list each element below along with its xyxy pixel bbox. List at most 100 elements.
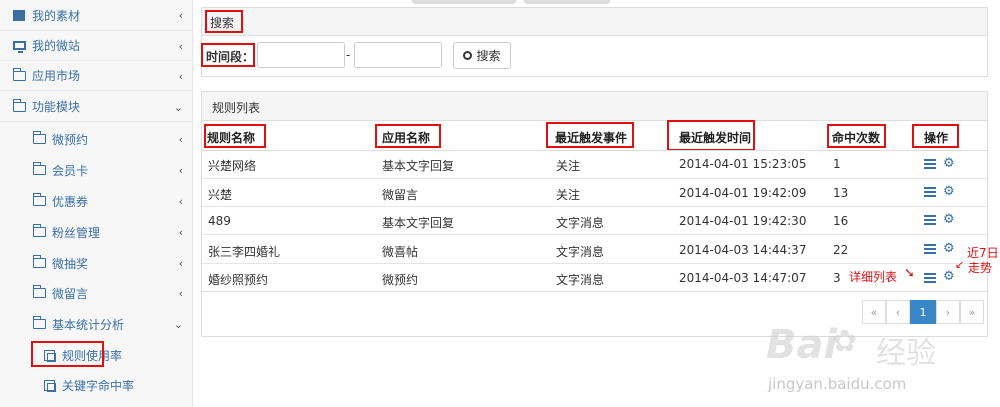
sidebar-item-label: 微预约 [52, 132, 89, 147]
sidebar-item-label: 粉丝管理 [52, 225, 101, 240]
sidebar-item-label: 会员卡 [52, 163, 89, 178]
chevron-left-icon: ‹ [178, 9, 183, 22]
cell-last-event: 文字消息 [556, 216, 605, 230]
cell-last-event: 关注 [556, 188, 581, 202]
end-date-input[interactable] [354, 42, 442, 68]
pager-current-page[interactable]: 1 [910, 300, 936, 324]
cell-hits: 3 [833, 271, 841, 285]
search-button-label: 搜索 [476, 49, 501, 63]
top-tab[interactable] [524, 0, 610, 4]
row-divider [202, 263, 988, 264]
sidebar-item-message[interactable]: 微留言 ‹ [0, 278, 193, 308]
row-divider [202, 234, 988, 235]
watermark-brand: Bai [766, 322, 838, 368]
gears-icon[interactable]: ⚙ [943, 185, 955, 198]
pager-prev[interactable]: ‹ [886, 300, 910, 324]
gears-icon[interactable]: ⚙ [943, 157, 955, 170]
row-divider [202, 150, 988, 151]
folder-icon [32, 285, 46, 299]
folder-icon [32, 131, 46, 145]
chevron-left-icon: ‹ [178, 164, 183, 177]
sidebar-item-label: 关键字命中率 [62, 378, 135, 393]
cell-last-time: 2014-04-01 15:23:05 [679, 157, 807, 171]
sidebar-item-materials[interactable]: 我的素材 ‹ [0, 0, 193, 31]
chevron-down-icon: ⌄ [173, 101, 183, 114]
cell-rule-name: 婚纱照预约 [208, 273, 269, 287]
highlight-box [201, 43, 255, 67]
cell-last-event: 文字消息 [556, 245, 605, 259]
start-date-input[interactable] [257, 42, 345, 68]
list-icon[interactable] [924, 159, 936, 169]
list-icon[interactable] [924, 215, 936, 225]
folder-icon [32, 193, 46, 207]
gears-icon[interactable]: ⚙ [943, 213, 955, 226]
range-separator: - [346, 48, 351, 62]
chevron-left-icon: ‹ [178, 226, 183, 239]
red-arrow-icon: ↙ [955, 258, 965, 271]
cell-hits: 1 [833, 157, 841, 171]
highlight-box [912, 124, 959, 148]
highlight-box [375, 124, 441, 148]
cell-last-time: 2014-04-03 14:47:07 [679, 271, 807, 285]
sidebar-item-label: 基本统计分析 [52, 317, 125, 332]
sidebar-item-label: 我的微站 [32, 39, 81, 53]
cell-hits: 22 [833, 243, 849, 257]
pager-last[interactable]: » [960, 300, 984, 324]
gears-icon[interactable]: ⚙ [943, 242, 955, 255]
box-icon [12, 9, 26, 21]
cell-hits: 13 [833, 186, 849, 200]
cell-rule-name: 张三李四婚礼 [208, 245, 281, 259]
sidebar-item-modules[interactable]: 功能模块 ⌄ [0, 92, 193, 122]
cell-last-time: 2014-04-01 19:42:09 [679, 186, 807, 200]
pager-first[interactable]: « [862, 300, 886, 324]
list-icon[interactable] [924, 187, 936, 197]
rules-panel-header [202, 92, 987, 121]
sidebar-item-member-card[interactable]: 会员卡 ‹ [0, 155, 193, 185]
search-button[interactable]: 搜索 [453, 42, 511, 69]
folder-icon [32, 255, 46, 269]
sidebar-item-keyword-hit[interactable]: 关键字命中率 [0, 370, 193, 400]
chevron-left-icon: ‹ [178, 195, 183, 208]
highlight-box [31, 341, 104, 367]
folder-icon [12, 98, 26, 113]
list-icon[interactable] [924, 244, 936, 254]
folder-icon [12, 67, 26, 82]
gears-icon[interactable]: ⚙ [943, 270, 955, 283]
highlight-box [827, 124, 886, 148]
sidebar-item-label: 我的素材 [32, 8, 81, 23]
row-divider [202, 178, 988, 179]
sidebar-item-label: 微留言 [52, 286, 89, 301]
cell-rule-name: 兴楚网络 [208, 159, 257, 173]
cell-app-name: 基本文字回复 [382, 159, 455, 173]
search-panel-header [202, 8, 987, 36]
highlight-box [205, 10, 243, 33]
cell-app-name: 基本文字回复 [382, 216, 455, 230]
detail-list-annotation: 详细列表 [849, 270, 898, 284]
cell-last-time: 2014-04-01 19:42:30 [679, 214, 807, 228]
cell-last-time: 2014-04-03 14:44:37 [679, 243, 807, 257]
sheet-icon [42, 379, 56, 392]
sidebar-item-stats[interactable]: 基本统计分析 ⌄ [0, 309, 193, 339]
sidebar-item-lottery[interactable]: 微抽奖 ‹ [0, 248, 193, 278]
sidebar-item-label: 微抽奖 [52, 256, 89, 271]
sidebar-item-coupon[interactable]: 优惠券 ‹ [0, 186, 193, 216]
chevron-left-icon: ‹ [178, 133, 183, 146]
trend-annotation-line2: 走势 [968, 261, 993, 275]
chevron-left-icon: ‹ [178, 257, 183, 270]
top-tab[interactable] [412, 0, 516, 4]
sidebar-item-booking[interactable]: 微预约 ‹ [0, 124, 193, 154]
chevron-down-icon: ⌄ [173, 318, 183, 331]
row-divider [202, 291, 988, 292]
folder-icon [32, 224, 46, 238]
list-icon[interactable] [924, 273, 936, 283]
search-icon [463, 51, 473, 60]
pager-next[interactable]: › [936, 300, 960, 324]
sidebar-item-label: 应用市场 [32, 69, 81, 83]
sidebar-item-microsite[interactable]: 我的微站 ‹ [0, 31, 193, 61]
folder-icon [32, 162, 46, 176]
cell-rule-name: 兴楚 [208, 188, 233, 202]
sidebar-item-app-market[interactable]: 应用市场 ‹ [0, 61, 193, 91]
watermark-brand-cn: 经验 [876, 336, 936, 371]
sidebar-item-fans[interactable]: 粉丝管理 ‹ [0, 217, 193, 247]
sidebar: 我的素材 ‹ 我的微站 ‹ 应用市场 ‹ 功能模块 ⌄ 微预约 ‹ 会员卡 ‹ … [0, 0, 193, 407]
